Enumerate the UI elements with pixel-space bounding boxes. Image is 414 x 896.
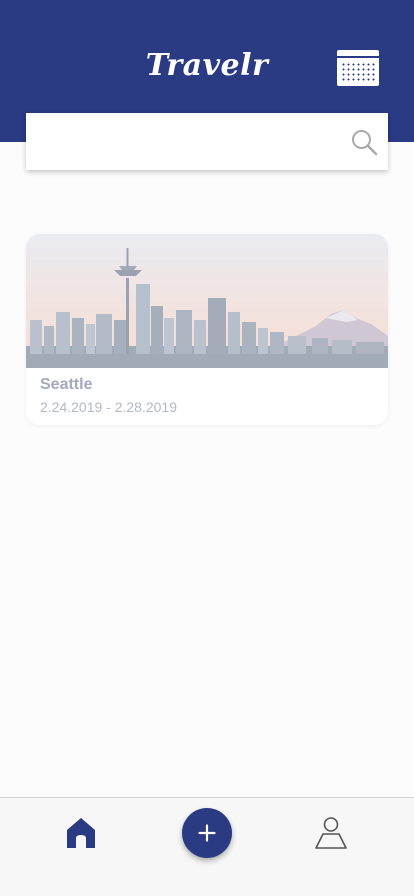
add-trip-button[interactable] [182, 808, 232, 858]
bottom-nav [0, 797, 414, 896]
user-icon[interactable] [314, 816, 348, 850]
trip-dates: 2.24.2019 - 2.28.2019 [40, 399, 178, 415]
plus-icon [198, 824, 216, 842]
trip-card[interactable]: Seattle 2.24.2019 - 2.28.2019 [26, 234, 388, 425]
trip-photo-seattle-skyline [26, 234, 388, 368]
app-screen: Travelr Seattle 2.24.2019 - 2.28.2019 [0, 0, 414, 896]
trip-title: Seattle [40, 376, 93, 393]
search-input[interactable] [26, 113, 340, 170]
calendar-icon[interactable] [337, 50, 379, 86]
home-icon[interactable] [63, 814, 99, 850]
search-icon[interactable] [340, 113, 388, 170]
search-bar [26, 113, 388, 170]
